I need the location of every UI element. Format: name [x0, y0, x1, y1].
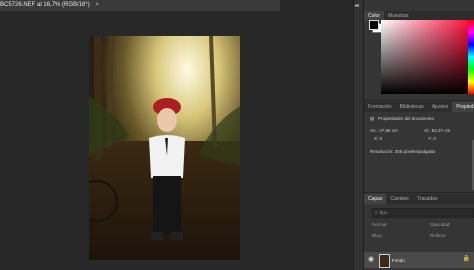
lock-label: Bloq.: [372, 233, 384, 238]
properties-panel-tabs: Formación Bibliotecas Ajustes Propiedade… [364, 102, 474, 112]
tab-channels[interactable]: Canales [386, 194, 412, 204]
x-field[interactable]: X: 0 [374, 136, 382, 141]
eye-icon[interactable]: ◉ [368, 255, 374, 263]
resolution-label: Resolución: 305 píxeles/pulgada [370, 149, 436, 154]
tab-layers[interactable]: Capas [364, 194, 387, 204]
tab-libraries[interactable]: Bibliotecas [396, 102, 428, 112]
fill-label: Relleno: [430, 233, 447, 238]
layer-thumbnail [379, 254, 390, 268]
height-field[interactable]: Al.: 83,37 cm [424, 128, 450, 133]
collapsed-panel-strip[interactable] [353, 0, 363, 270]
properties-title: Propiedades del documento [378, 116, 435, 121]
layer-filter-input[interactable]: ⌕ Tipo [372, 208, 474, 218]
tab-formation[interactable]: Formación [364, 102, 396, 112]
panel-divider [364, 100, 474, 101]
opacity-label: Opacidad: [430, 222, 451, 227]
tab-adjustments[interactable]: Ajustes [428, 102, 452, 112]
right-panel: Color Muestras Formación Bibliotecas Aju… [363, 0, 474, 270]
y-field[interactable]: Y: 0 [428, 136, 436, 141]
hue-slider[interactable] [468, 20, 474, 94]
width-field[interactable]: An.: 47,58 cm [370, 128, 398, 133]
color-field[interactable] [381, 20, 474, 94]
blend-mode-select[interactable]: Normal [372, 222, 387, 227]
layer-name: Fondo [392, 258, 405, 263]
tab-paths[interactable]: Trazados [413, 194, 442, 204]
document-tab-title: BC5726.NEF al 16,7% (RGB/16*) [0, 2, 90, 8]
close-icon[interactable]: × [95, 2, 99, 8]
lock-icon[interactable]: 🔒 [463, 255, 470, 262]
tab-properties[interactable]: Propiedades [452, 102, 474, 112]
layer-row-background[interactable]: ◉ Fondo 🔒 [364, 252, 474, 268]
document-icon: ▤ [370, 116, 375, 121]
canvas-photo[interactable] [89, 36, 240, 260]
foreground-color-swatch[interactable] [369, 20, 379, 30]
document-tab[interactable]: BC5726.NEF al 16,7% (RGB/16*) × [0, 0, 280, 11]
panel-divider [364, 192, 474, 193]
layers-panel-tabs: Capas Canales Trazados [364, 194, 474, 204]
collapse-arrows-icon[interactable]: ◂◂ [354, 2, 359, 9]
layer-filter-type: Tipo [378, 210, 388, 215]
